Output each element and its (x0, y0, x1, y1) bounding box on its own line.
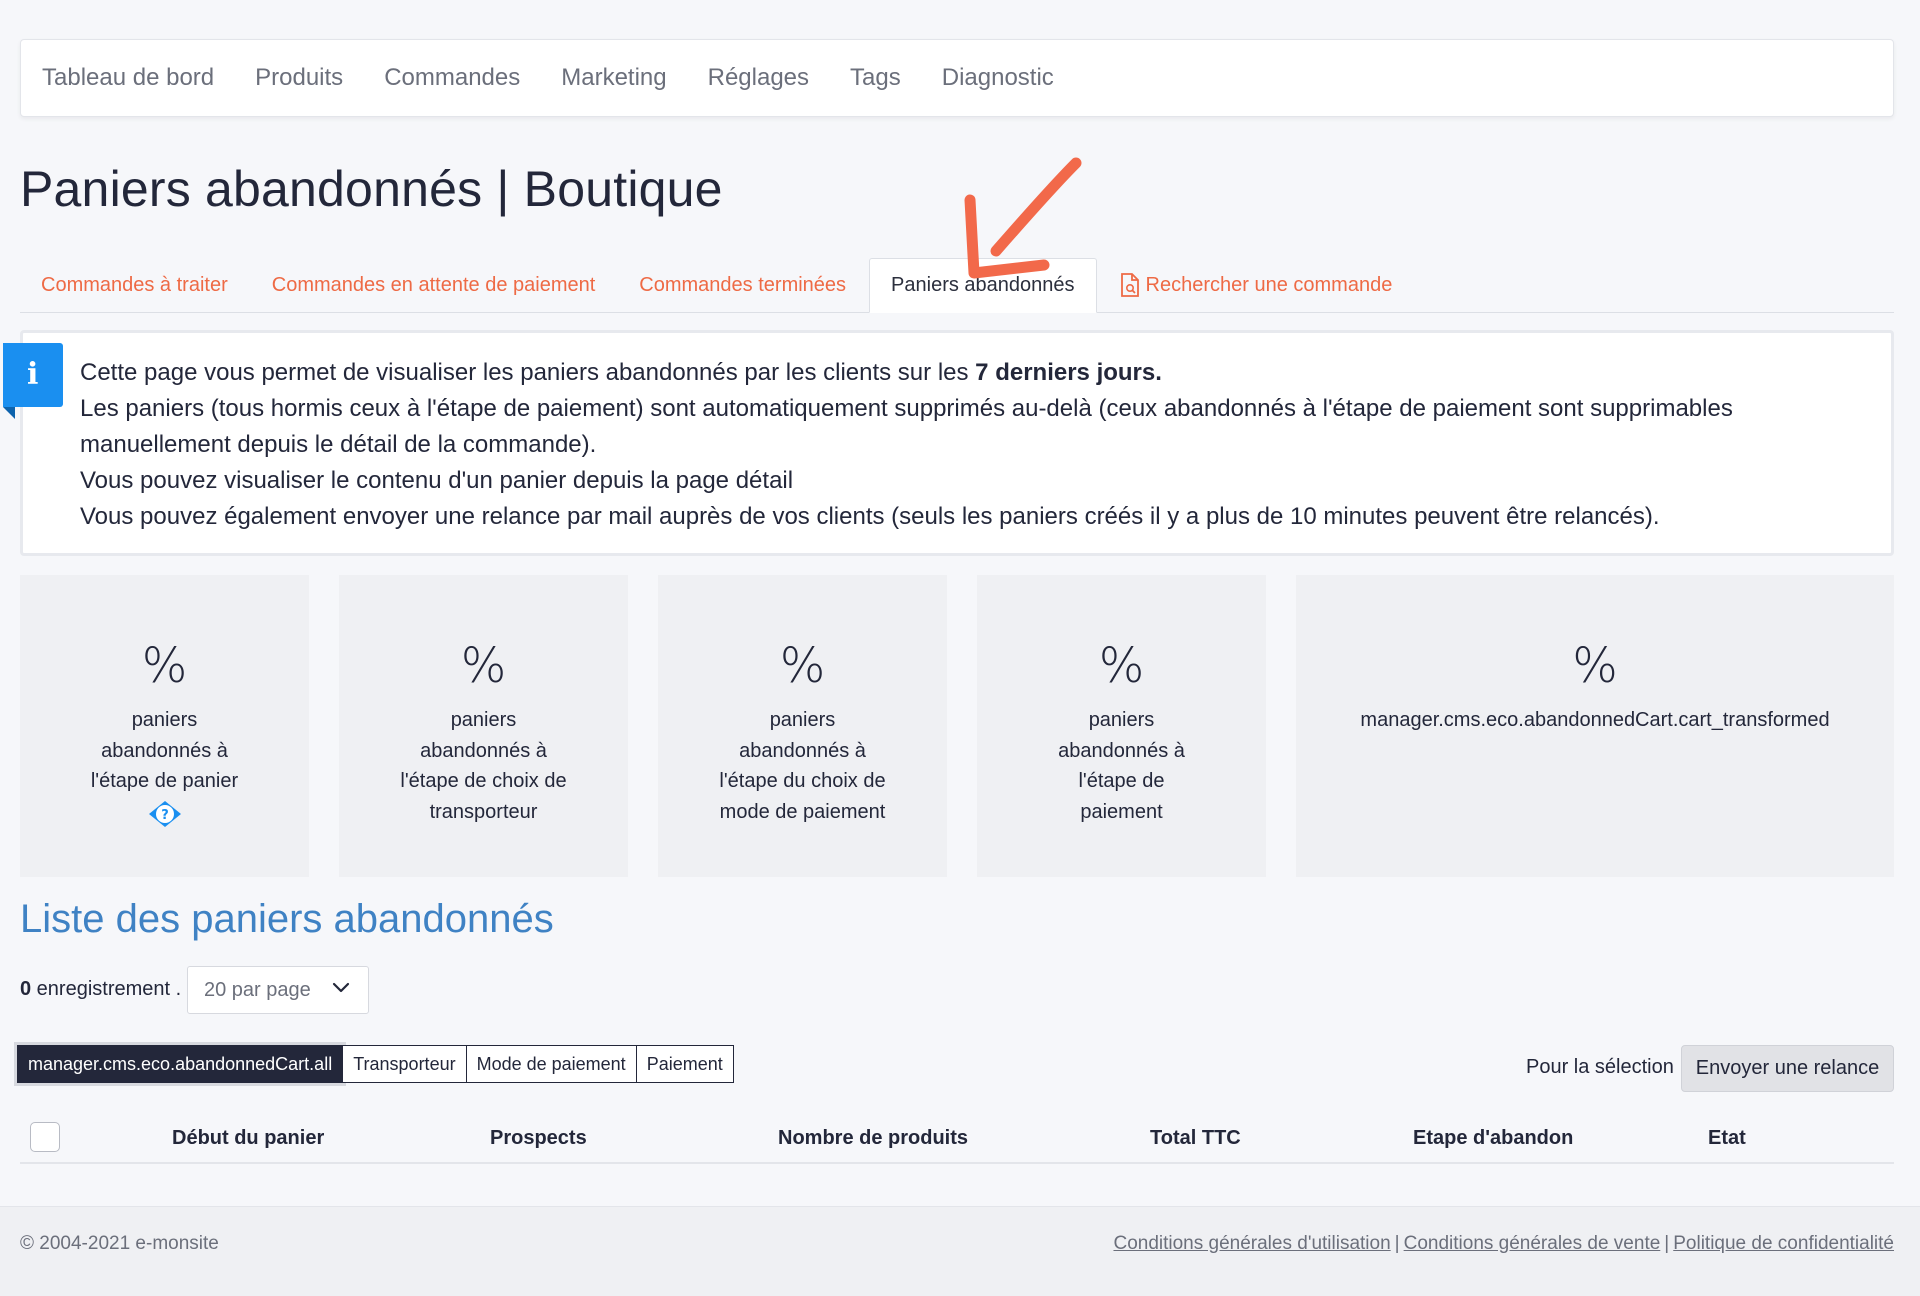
top-navigation: Tableau de bord Produits Commandes Marke… (20, 39, 1894, 117)
tab-orders-to-process[interactable]: Commandes à traiter (20, 258, 249, 312)
filter-group: manager.cms.eco.abandonnedCart.all Trans… (17, 1045, 734, 1083)
stat-card-payment-method-step: % paniers abandonnés à l'étape du choix … (658, 575, 947, 877)
section-title: Liste des paniers abandonnés (20, 897, 554, 941)
svg-text:?: ? (161, 808, 169, 823)
page-title: Paniers abandonnés | Boutique (20, 161, 723, 217)
stat-card-cart-transformed: % manager.cms.eco.abandonnedCart.cart_tr… (1296, 575, 1894, 877)
stat-label: paniers abandonnés à l'étape de panier (90, 709, 239, 792)
stat-value: % (779, 638, 826, 694)
filter-carrier[interactable]: Transporteur (342, 1045, 467, 1083)
filter-all[interactable]: manager.cms.eco.abandonnedCart.all (17, 1045, 344, 1083)
column-header-status[interactable]: Etat (1708, 1127, 1746, 1150)
link-terms-of-use[interactable]: Conditions générales d'utilisation (1113, 1233, 1390, 1254)
stat-card-payment-step: % paniers abandonnés à l'étape de paieme… (977, 575, 1266, 877)
stat-label: paniers abandonnés à l'étape de paiement (1058, 709, 1185, 823)
info-box: i Cette page vous permet de visualiser l… (3, 330, 1894, 556)
filter-payment-method[interactable]: Mode de paiement (465, 1045, 637, 1083)
tab-search-order-label: Rechercher une commande (1145, 273, 1393, 296)
info-line: Cette page vous permet de visualiser les… (80, 359, 1162, 386)
info-line: Les paniers (tous hormis ceux à l'étape … (80, 395, 1733, 422)
info-line: manuellement depuis le détail de la comm… (80, 431, 597, 458)
footer: © 2004-2021 e-monsite Conditions général… (0, 1206, 1920, 1296)
nav-item-diagnostic[interactable]: Diagnostic (942, 64, 1054, 92)
info-badge: i (3, 343, 63, 407)
copyright: © 2004-2021 e-monsite (20, 1233, 219, 1254)
link-terms-of-sale[interactable]: Conditions générales de vente (1404, 1233, 1661, 1254)
nav-item-orders[interactable]: Commandes (384, 64, 520, 92)
table-header: Début du panier Prospects Nombre de prod… (20, 1110, 1894, 1164)
per-page-select[interactable]: 20 par page (187, 966, 369, 1014)
info-line: Vous pouvez également envoyer une relanc… (80, 503, 1660, 530)
column-header-total[interactable]: Total TTC (1150, 1127, 1241, 1150)
stat-card-cart-step: % paniers abandonnés à l'étape de panier… (20, 575, 309, 877)
tab-orders-awaiting-payment[interactable]: Commandes en attente de paiement (251, 258, 617, 312)
help-icon[interactable]: ? (147, 799, 183, 829)
info-line: Vous pouvez visualiser le contenu d'un p… (80, 467, 794, 494)
stat-label: paniers abandonnés à l'étape de choix de… (400, 709, 567, 823)
stat-label: manager.cms.eco.abandonnedCart.cart_tran… (1360, 709, 1830, 731)
stat-value: % (1572, 638, 1618, 694)
nav-item-marketing[interactable]: Marketing (561, 64, 666, 92)
info-icon: i (27, 357, 39, 392)
nav-item-products[interactable]: Produits (255, 64, 343, 92)
stat-label: paniers abandonnés à l'étape du choix de… (719, 709, 886, 823)
send-reminder-button[interactable]: Envoyer une relance (1681, 1045, 1894, 1092)
filter-payment[interactable]: Paiement (635, 1045, 734, 1083)
select-all-checkbox[interactable] (30, 1122, 60, 1152)
chevron-down-icon (332, 982, 350, 993)
annotation-arrow-icon (964, 157, 1082, 279)
selection-label: Pour la sélection (1526, 1056, 1674, 1078)
nav-item-tags[interactable]: Tags (850, 64, 901, 92)
column-header-product-count[interactable]: Nombre de produits (778, 1127, 968, 1150)
footer-links: Conditions générales d'utilisation | Condi… (1113, 1233, 1894, 1254)
column-header-abandon-step[interactable]: Etape d'abandon (1413, 1127, 1573, 1150)
tab-search-order[interactable]: Rechercher une commande (1099, 258, 1414, 312)
stat-value: % (460, 638, 507, 694)
per-page-value: 20 par page (204, 978, 311, 1001)
record-count: 0 enregistrement . (20, 978, 182, 1000)
column-header-cart-start[interactable]: Début du panier (172, 1127, 324, 1150)
link-privacy-policy[interactable]: Politique de confidentialité (1673, 1233, 1894, 1254)
stat-card-carrier-step: % paniers abandonnés à l'étape de choix … (339, 575, 628, 877)
stat-value: % (141, 638, 188, 694)
nav-item-settings[interactable]: Réglages (708, 64, 809, 92)
tab-orders-completed[interactable]: Commandes terminées (618, 258, 867, 312)
nav-item-dashboard[interactable]: Tableau de bord (42, 64, 214, 92)
column-header-prospects[interactable]: Prospects (490, 1127, 587, 1150)
document-search-icon (1120, 273, 1140, 297)
stat-value: % (1098, 638, 1145, 694)
